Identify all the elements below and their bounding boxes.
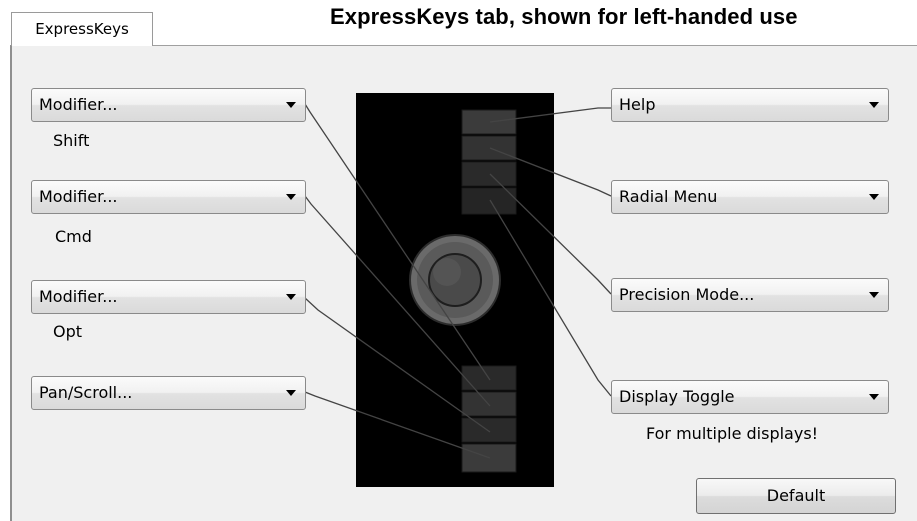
expresskey-4-dropdown[interactable]: Pan/Scroll... [31,376,306,410]
chevron-down-icon [286,194,296,200]
expresskey-6-dropdown[interactable]: Radial Menu [611,180,889,214]
bottom-expresskeys [461,365,517,473]
default-button[interactable]: Default [696,478,896,514]
top-key-1 [461,109,517,135]
expresskey-2-dropdown[interactable]: Modifier... [31,180,306,214]
chevron-down-icon [286,102,296,108]
bottom-key-3 [461,417,517,443]
expresskey-1-dropdown[interactable]: Modifier... [31,88,306,122]
expresskey-3-setting: Opt [53,322,83,341]
chevron-down-icon [869,194,879,200]
top-key-2 [461,135,517,161]
chevron-down-icon [286,390,296,396]
display-toggle-note: For multiple displays! [646,424,819,443]
chevron-down-icon [869,394,879,400]
expresskey-1-setting: Shift [53,131,90,150]
chevron-down-icon [869,102,879,108]
expresskey-8-dropdown[interactable]: Display Toggle [611,380,889,414]
expresskey-2-setting: Cmd [55,227,92,246]
chevron-down-icon [286,294,296,300]
top-key-3 [461,161,517,187]
top-expresskeys [461,109,517,215]
chevron-down-icon [869,292,879,298]
expresskey-7-dropdown[interactable]: Precision Mode... [611,278,889,312]
expresskey-3-dropdown[interactable]: Modifier... [31,280,306,314]
expresskey-5-dropdown[interactable]: Help [611,88,889,122]
